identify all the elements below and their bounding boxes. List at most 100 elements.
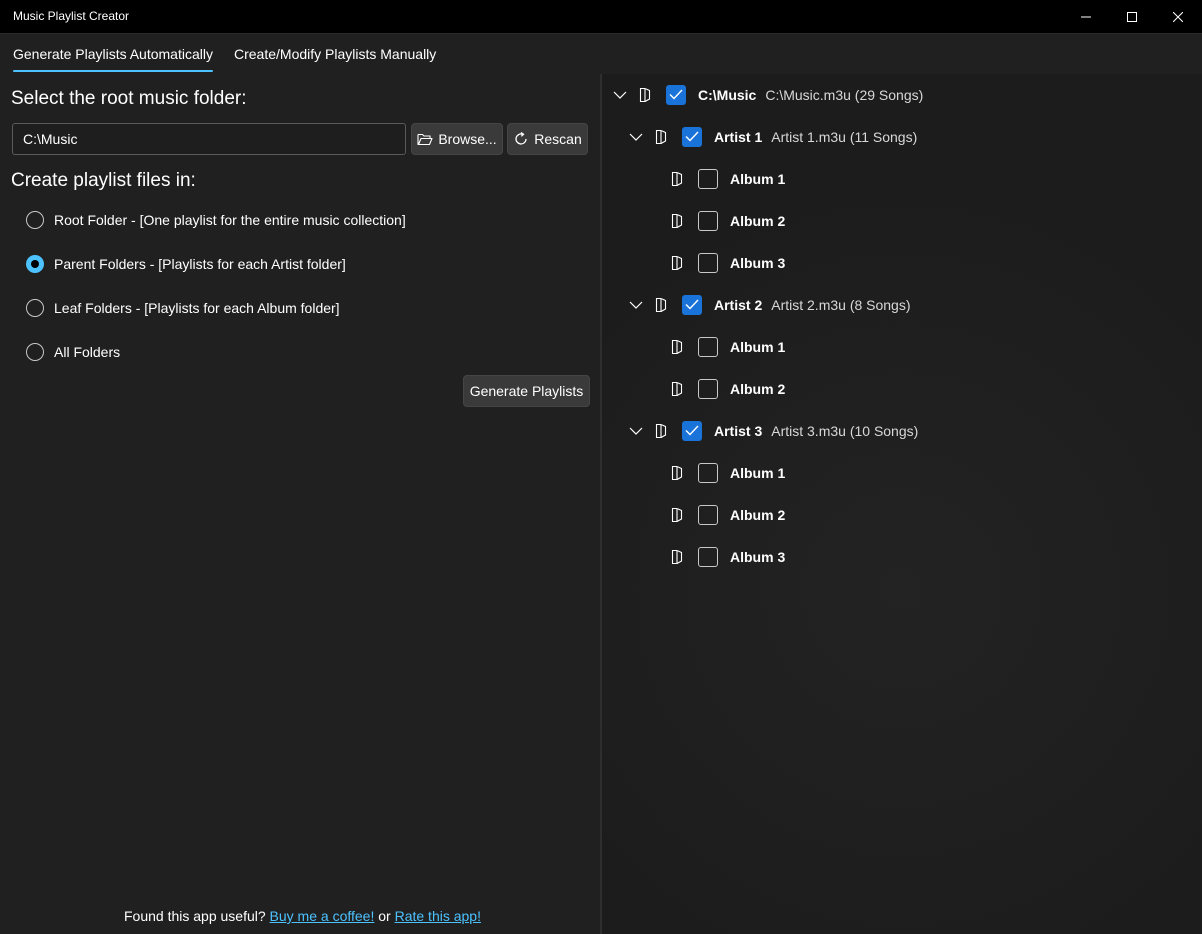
folder-open-icon [417, 133, 433, 146]
maximize-button[interactable] [1109, 0, 1155, 33]
node-name: Album 1 [730, 465, 786, 481]
chevron-down-icon[interactable] [628, 297, 644, 313]
chevron-down-icon[interactable] [628, 423, 644, 439]
tab-generate-automatically[interactable]: Generate Playlists Automatically [13, 46, 213, 72]
checkbox-unchecked[interactable] [698, 169, 718, 189]
option-label: Root Folder - [One playlist for the enti… [54, 212, 406, 228]
tree-node-artist-3[interactable]: Artist 3 Artist 3.m3u (10 Songs) [628, 419, 918, 443]
tree-node-album[interactable]: Album 1 [670, 167, 794, 191]
create-playlist-heading: Create playlist files in: [11, 170, 196, 191]
radio-button[interactable] [26, 343, 44, 361]
checkbox-unchecked[interactable] [698, 337, 718, 357]
minimize-button[interactable] [1063, 0, 1109, 33]
option-root-folder[interactable]: Root Folder - [One playlist for the enti… [26, 209, 406, 231]
node-name: Album 1 [730, 171, 786, 187]
rate-app-link[interactable]: Rate this app! [395, 908, 481, 924]
folder-icon [638, 87, 652, 103]
tree-node-artist-1[interactable]: Artist 1 Artist 1.m3u (11 Songs) [628, 125, 917, 149]
left-pane: Select the root music folder: Browse... … [0, 74, 600, 934]
tree-node-album[interactable]: Album 1 [670, 335, 794, 359]
tree-node-album[interactable]: Album 2 [670, 377, 794, 401]
footer: Found this app useful? Buy me a coffee! … [124, 908, 481, 924]
tab-bar: Generate Playlists Automatically Create/… [0, 34, 1202, 74]
folder-icon [670, 465, 684, 481]
generate-label: Generate Playlists [469, 383, 584, 399]
folder-icon [670, 339, 684, 355]
tree-node-album[interactable]: Album 2 [670, 503, 794, 527]
chevron-down-icon[interactable] [628, 129, 644, 145]
generate-playlists-button[interactable]: Generate Playlists [463, 375, 590, 407]
option-label: Parent Folders - [Playlists for each Art… [54, 256, 346, 272]
radio-button-selected[interactable] [26, 255, 44, 273]
node-info: Artist 2.m3u (8 Songs) [771, 297, 911, 313]
tree-node-root[interactable]: C:\Music C:\Music.m3u (29 Songs) [612, 83, 923, 107]
rescan-button[interactable]: Rescan [507, 123, 588, 155]
node-info: Artist 1.m3u (11 Songs) [771, 129, 918, 145]
root-folder-input[interactable] [12, 123, 406, 155]
close-button[interactable] [1155, 0, 1201, 33]
tab-create-manually[interactable]: Create/Modify Playlists Manually [234, 46, 436, 62]
folder-icon [670, 381, 684, 397]
checkbox-checked[interactable] [682, 127, 702, 147]
tree-node-album[interactable]: Album 3 [670, 251, 794, 275]
checkbox-unchecked[interactable] [698, 547, 718, 567]
option-parent-folders[interactable]: Parent Folders - [Playlists for each Art… [26, 253, 346, 275]
buy-coffee-link[interactable]: Buy me a coffee! [270, 908, 375, 924]
option-all-folders[interactable]: All Folders [26, 341, 120, 363]
node-name: Album 1 [730, 339, 786, 355]
node-info: Artist 3.m3u (10 Songs) [771, 423, 919, 439]
node-name: Album 2 [730, 381, 786, 397]
footer-prefix: Found this app useful? [124, 908, 266, 924]
footer-middle: or [378, 908, 391, 924]
close-icon [1173, 11, 1183, 22]
folder-icon [670, 255, 684, 271]
window-title: Music Playlist Creator [13, 9, 130, 23]
refresh-icon [515, 131, 527, 145]
checkbox-unchecked[interactable] [698, 253, 718, 273]
title-bar: Music Playlist Creator [0, 0, 1202, 34]
option-leaf-folders[interactable]: Leaf Folders - [Playlists for each Album… [26, 297, 340, 319]
folder-icon [654, 297, 668, 313]
folder-icon [654, 129, 668, 145]
browse-label: Browse... [438, 131, 497, 147]
node-name: Artist 3 [714, 423, 763, 439]
tab-label: Create/Modify Playlists Manually [234, 46, 437, 62]
node-name: Album 2 [730, 507, 786, 523]
option-label: Leaf Folders - [Playlists for each Album… [54, 300, 340, 316]
tree-node-album[interactable]: Album 3 [670, 545, 794, 569]
checkbox-checked[interactable] [682, 295, 702, 315]
browse-button[interactable]: Browse... [411, 123, 503, 155]
folder-icon [654, 423, 668, 439]
node-name: Artist 1 [714, 129, 763, 145]
chevron-down-icon[interactable] [612, 87, 628, 103]
tree-node-album[interactable]: Album 1 [670, 461, 794, 485]
rescan-label: Rescan [534, 131, 582, 147]
minimize-icon [1081, 16, 1091, 17]
checkbox-unchecked[interactable] [698, 463, 718, 483]
folder-icon [670, 507, 684, 523]
tree-node-artist-2[interactable]: Artist 2 Artist 2.m3u (8 Songs) [628, 293, 911, 317]
folder-icon [670, 549, 684, 565]
option-label: All Folders [54, 344, 121, 360]
node-name: Album 3 [730, 255, 786, 271]
checkbox-checked[interactable] [666, 85, 686, 105]
folder-tree: C:\Music C:\Music.m3u (29 Songs) Artist … [602, 74, 1202, 934]
checkbox-checked[interactable] [682, 421, 702, 441]
checkbox-unchecked[interactable] [698, 379, 718, 399]
root-folder-heading: Select the root music folder: [11, 88, 247, 109]
folder-icon [670, 213, 684, 229]
node-name: Album 3 [730, 549, 786, 565]
node-name: C:\Music [698, 87, 757, 103]
tree-node-album[interactable]: Album 2 [670, 209, 794, 233]
checkbox-unchecked[interactable] [698, 505, 718, 525]
checkbox-unchecked[interactable] [698, 211, 718, 231]
active-tab-indicator [13, 70, 213, 72]
node-name: Artist 2 [714, 297, 763, 313]
folder-icon [670, 171, 684, 187]
node-name: Album 2 [730, 213, 786, 229]
node-info: C:\Music.m3u (29 Songs) [765, 87, 924, 103]
tab-label: Generate Playlists Automatically [13, 46, 213, 62]
maximize-icon [1127, 11, 1137, 22]
radio-button[interactable] [26, 211, 44, 229]
radio-button[interactable] [26, 299, 44, 317]
